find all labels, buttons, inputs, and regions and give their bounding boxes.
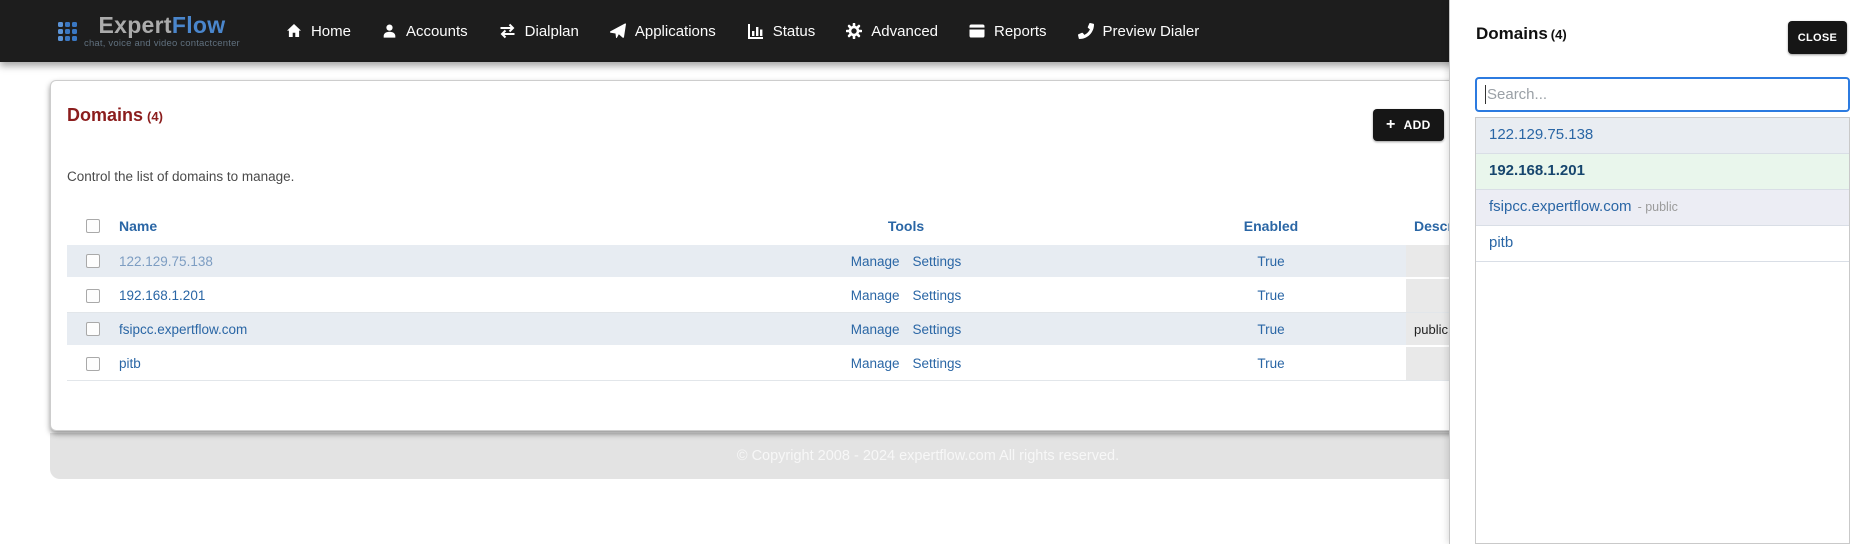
domain-name-link[interactable]: fsipcc.expertflow.com xyxy=(119,322,247,337)
brand-logo[interactable]: ExpertFlow chat, voice and video contact… xyxy=(58,13,240,49)
enabled-toggle-link[interactable]: True xyxy=(1257,254,1284,269)
manage-link[interactable]: Manage xyxy=(851,356,900,371)
close-button[interactable]: CLOSE xyxy=(1788,21,1847,54)
enabled-toggle-link[interactable]: True xyxy=(1257,356,1284,371)
nav-item-home[interactable]: Home xyxy=(286,23,351,40)
settings-link[interactable]: Settings xyxy=(913,254,962,269)
domains-side-panel: Domains(4) CLOSE 122.129.75.138 192.168.… xyxy=(1449,0,1856,544)
brand-name: ExpertFlow xyxy=(98,12,226,38)
window-icon xyxy=(969,23,985,39)
phone-icon xyxy=(1077,23,1094,39)
page-title: Domains (4) xyxy=(67,105,163,125)
row-checkbox[interactable] xyxy=(86,322,100,336)
row-checkbox[interactable] xyxy=(86,288,100,303)
bar-chart-icon xyxy=(747,23,764,39)
settings-link[interactable]: Settings xyxy=(913,322,962,337)
column-header-tools: Tools xyxy=(887,218,925,234)
settings-link[interactable]: Settings xyxy=(913,356,962,371)
column-header-name: Name xyxy=(119,218,158,234)
list-item[interactable]: 122.129.75.138 xyxy=(1476,118,1849,154)
list-item[interactable]: pitb xyxy=(1476,226,1849,262)
plus-icon: + xyxy=(1386,116,1396,133)
column-header-enabled: Enabled xyxy=(1243,218,1299,234)
swap-arrows-icon xyxy=(499,23,516,39)
select-all-checkbox[interactable] xyxy=(86,219,100,233)
manage-link[interactable]: Manage xyxy=(851,322,900,337)
domain-name-link[interactable]: 122.129.75.138 xyxy=(119,254,213,269)
page-description: Control the list of domains to manage. xyxy=(67,169,295,184)
copyright-text: © Copyright 2008 - 2024 expertflow.com A… xyxy=(736,448,1120,464)
user-icon xyxy=(382,23,397,39)
row-checkbox[interactable] xyxy=(86,356,100,371)
nav-item-applications[interactable]: Applications xyxy=(609,23,716,40)
search-input[interactable] xyxy=(1475,77,1850,112)
list-item[interactable]: fsipcc.expertflow.com - public xyxy=(1476,190,1849,226)
settings-link[interactable]: Settings xyxy=(913,288,962,303)
domain-name-link[interactable]: pitb xyxy=(119,356,141,371)
home-icon xyxy=(286,23,302,39)
manage-link[interactable]: Manage xyxy=(851,288,900,303)
nav-menu: Home Accounts Dialplan Applications Stat… xyxy=(286,23,1199,40)
text-caret xyxy=(1485,85,1486,104)
gear-icon xyxy=(846,23,863,39)
paper-plane-icon xyxy=(609,23,626,39)
list-item-selected[interactable]: 192.168.1.201 xyxy=(1476,154,1849,190)
nav-item-reports[interactable]: Reports xyxy=(969,23,1047,40)
enabled-toggle-link[interactable]: True xyxy=(1257,288,1284,303)
panel-title: Domains (4) xyxy=(1476,24,1567,43)
nav-item-dialplan[interactable]: Dialplan xyxy=(499,23,579,40)
row-checkbox[interactable] xyxy=(86,254,100,268)
add-button[interactable]: + ADD xyxy=(1373,109,1444,141)
manage-link[interactable]: Manage xyxy=(851,254,900,269)
search-wrapper xyxy=(1475,77,1850,112)
dots-grid-icon xyxy=(58,21,77,41)
domain-name-link[interactable]: 192.168.1.201 xyxy=(119,288,205,303)
domain-list: 122.129.75.138 192.168.1.201 fsipcc.expe… xyxy=(1475,117,1850,544)
brand-tagline: chat, voice and video contactcenter xyxy=(84,38,240,49)
nav-item-accounts[interactable]: Accounts xyxy=(382,23,468,40)
nav-item-preview-dialer[interactable]: Preview Dialer xyxy=(1077,23,1199,40)
enabled-toggle-link[interactable]: True xyxy=(1257,322,1284,337)
nav-item-advanced[interactable]: Advanced xyxy=(846,23,938,40)
nav-item-status[interactable]: Status xyxy=(747,23,815,40)
